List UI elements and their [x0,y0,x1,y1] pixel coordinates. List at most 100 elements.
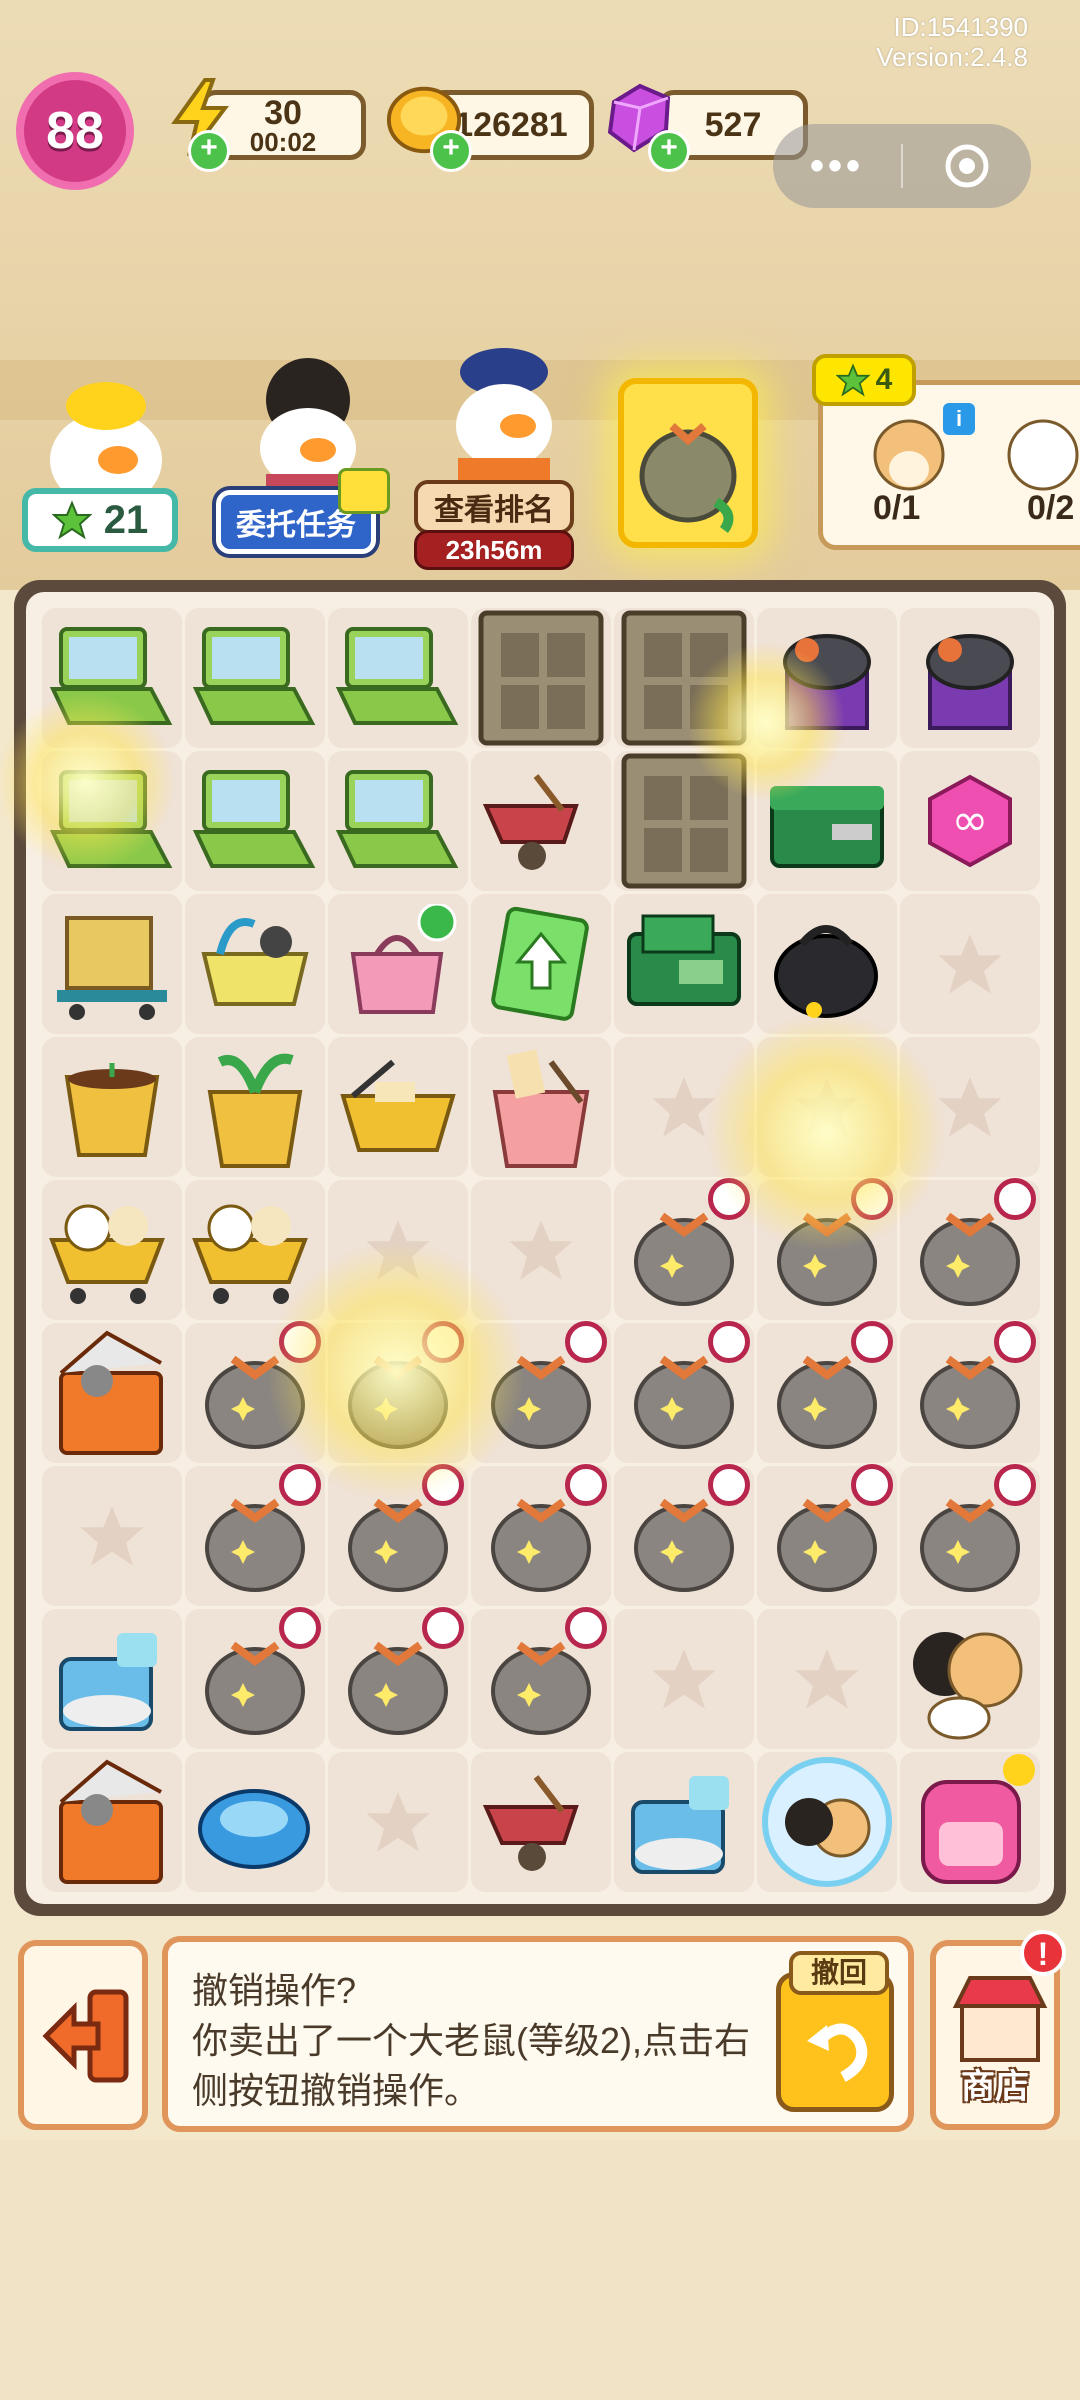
black-bag-icon[interactable] [755,892,899,1036]
laptop-icon[interactable] [183,606,327,750]
empty-slot-star-icon [612,1035,756,1179]
empty-slot-star-icon [898,1035,1042,1179]
merge-board: ∞ [0,580,1066,1916]
infinity-token-icon[interactable]: ∞ [898,749,1042,893]
timed-bag-icon[interactable] [898,1321,1042,1465]
clock-icon [279,1464,321,1506]
undo-message-box: 撤销操作? 你卖出了一个大老鼠(等级2),点击右侧按钮撤销操作。 撤回 [162,1936,914,2132]
trash-bin-icon[interactable] [898,606,1042,750]
cooler-icon[interactable] [40,1750,184,1894]
energy-plus-button[interactable]: + [188,130,230,172]
laptop-icon[interactable] [326,606,470,750]
clock-icon [851,1178,893,1220]
shop-button[interactable]: 商店 ! [930,1930,1066,2130]
timed-bag-icon[interactable] [183,1607,327,1751]
timed-bag-icon[interactable] [898,1464,1042,1608]
upgrade-card-icon[interactable] [469,892,613,1036]
duck-cart-icon[interactable] [40,1178,184,1322]
laptop-icon[interactable] [326,749,470,893]
gems-plus-button[interactable]: + [648,130,690,172]
laptop-icon[interactable] [40,606,184,750]
player-id: ID:1541390 [893,12,1028,42]
clock-icon [708,1464,750,1506]
locker-icon[interactable] [612,606,756,750]
ranking-timer-value: 23h56m [445,534,543,565]
timed-bag-icon[interactable] [469,1321,613,1465]
character-star-count: 21 [103,497,149,542]
duck-cart-icon[interactable] [183,1178,327,1322]
hamster-bubble-icon[interactable] [755,1750,899,1894]
clock-icon [851,1464,893,1506]
clock-icon [565,1321,607,1363]
robot-vacuum-icon[interactable] [183,1750,327,1894]
wheelbarrow-icon[interactable] [469,1750,613,1894]
shopping-basket-blue-icon[interactable] [183,892,327,1036]
empty-slot-star-icon [469,1178,613,1322]
pink-backpack-icon[interactable] [898,1750,1042,1894]
gift-icon [338,468,390,514]
green-machine-icon[interactable] [612,892,756,1036]
timed-bag-icon[interactable] [612,1178,756,1322]
robot-vacuum-base-icon[interactable] [40,1607,184,1751]
timed-bag-icon[interactable] [898,1178,1042,1322]
locker-icon[interactable] [612,749,756,893]
board-grid: ∞ [0,592,1054,1904]
pink-bag-locked-icon[interactable] [326,892,470,1036]
exit-icon [42,1989,129,2083]
cardboard-cart-icon[interactable] [40,892,184,1036]
player-level-badge[interactable]: 88 [16,72,134,190]
clock-icon [422,1464,464,1506]
sprout-pot-icon[interactable] [183,1035,327,1179]
bucket-icon[interactable] [469,1035,613,1179]
quest-star-count: 4 [875,363,893,396]
toolbox-icon[interactable] [755,749,899,893]
ranking-button[interactable]: 查看排名 [414,480,574,534]
empty-slot-star-icon [898,892,1042,1036]
timed-bag-icon[interactable] [469,1607,613,1751]
timed-bag-icon[interactable] [755,1464,899,1608]
bag-icon [639,422,737,533]
laptop-icon[interactable] [183,749,327,893]
undo-button[interactable]: 撤回 [776,1951,894,2112]
clock-icon [422,1607,464,1649]
flower-pot-icon[interactable] [40,1035,184,1179]
timed-bag-icon[interactable] [326,1607,470,1751]
exit-button[interactable] [18,1940,148,2130]
info-icon[interactable]: i [943,403,975,435]
hamster-group-icon[interactable] [898,1607,1042,1751]
character-police-duck[interactable] [428,340,578,495]
clock-icon [422,1321,464,1363]
timed-bag-icon[interactable] [612,1321,756,1465]
more-menu-button[interactable]: ••• [773,144,901,189]
timed-bag-icon[interactable] [326,1464,470,1608]
energy-timer: 00:02 [249,127,317,157]
coins-plus-button[interactable]: + [430,130,472,172]
timed-bag-icon[interactable] [612,1464,756,1608]
undo-arrow-icon [807,2023,868,2082]
timed-bag-icon[interactable] [755,1321,899,1465]
target-icon [945,144,989,188]
robot-vacuum-base-icon[interactable] [612,1750,756,1894]
player-level: 88 [46,102,104,160]
trash-bin-icon[interactable] [755,606,899,750]
character-star-badge[interactable]: 21 [22,488,178,552]
hamster-icon [873,419,945,491]
close-program-button[interactable] [903,142,1031,190]
order-card-bag[interactable] [618,378,758,548]
build-info: ID:1541390 Version:2.4.8 [876,12,1028,72]
yellow-basket-icon[interactable] [326,1035,470,1179]
cooler-icon[interactable] [40,1321,184,1465]
laptop-icon[interactable] [40,749,184,893]
timed-bag-icon[interactable] [755,1178,899,1322]
locker-icon[interactable] [469,606,613,750]
quest-slot-1: 0/1 [873,489,921,527]
energy-value: 30 [264,94,302,132]
timed-bag-icon[interactable] [183,1464,327,1608]
timed-bag-icon[interactable] [326,1321,470,1465]
wheelbarrow-icon[interactable] [469,749,613,893]
timed-bag-icon[interactable] [183,1321,327,1465]
undo-body: 你卖出了一个大老鼠(等级2),点击右侧按钮撤销操作。 [192,2020,751,2111]
timed-bag-icon[interactable] [469,1464,613,1608]
quest-slot-2: 0/2 [1027,489,1075,527]
mini-program-capsule: ••• [773,124,1031,208]
